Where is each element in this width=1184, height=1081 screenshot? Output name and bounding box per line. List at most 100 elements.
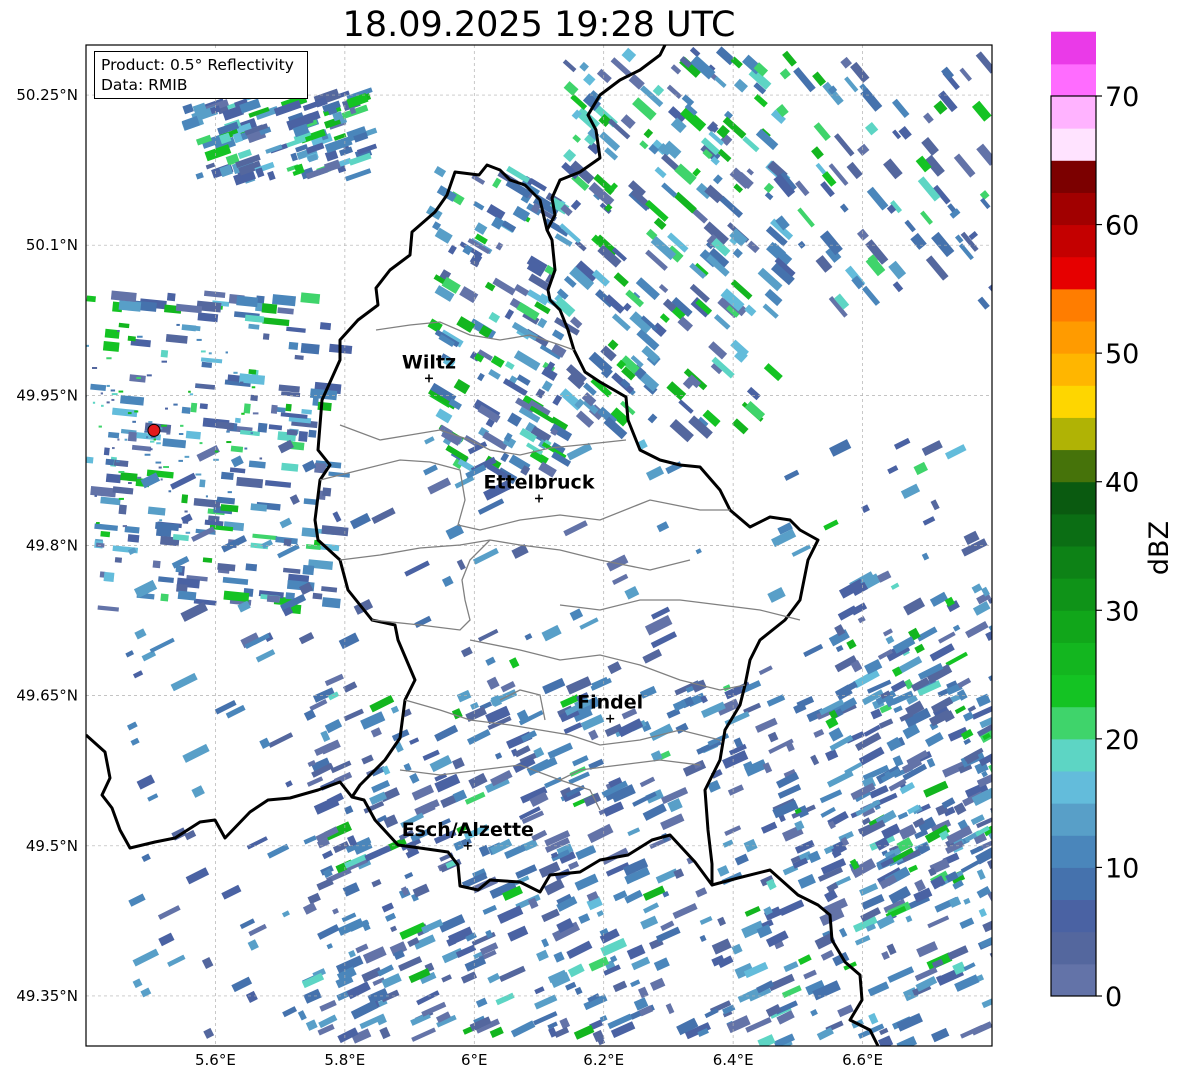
echo-cell <box>552 394 563 406</box>
echo-cell <box>976 869 986 881</box>
city-wiltz[interactable]: Wiltz <box>402 351 456 383</box>
echo-cell <box>379 1026 391 1040</box>
echo-cell <box>896 1012 923 1032</box>
echo-cell <box>259 457 263 460</box>
echo-cell <box>930 499 940 511</box>
echo-cell <box>390 705 400 714</box>
echo-cell <box>903 597 926 616</box>
echo-cell <box>343 708 364 722</box>
echo-cell <box>360 711 386 730</box>
echo-cell <box>497 905 524 924</box>
product-info-box: Product: 0.5° Reflectivity Data: RMIB <box>94 51 308 99</box>
echo-cell <box>926 757 936 768</box>
echo-cell <box>857 615 866 624</box>
echo-cell <box>566 940 593 960</box>
echo-cell <box>897 811 909 820</box>
echo-cell <box>795 180 810 197</box>
echo-cell <box>303 835 317 845</box>
echo-cell <box>312 592 323 600</box>
echo-cell <box>148 421 153 424</box>
echo-cell <box>420 918 444 934</box>
echo-cell <box>468 772 488 789</box>
echo-cell <box>159 519 163 522</box>
echo-cell <box>181 406 191 414</box>
echo-cell <box>766 694 786 707</box>
echo-cell <box>404 872 414 880</box>
echo-cell <box>180 601 209 622</box>
echo-cell <box>346 981 371 1000</box>
echo-cell <box>229 467 246 474</box>
echo-cell <box>268 732 294 748</box>
echo-cell <box>763 363 783 382</box>
echo-cell <box>833 133 855 157</box>
echo-cell <box>596 68 612 84</box>
echo-cell <box>117 329 120 332</box>
echo-cell <box>173 403 178 406</box>
city-findel[interactable]: Findel <box>577 692 643 723</box>
echo-cell <box>157 905 181 920</box>
radar-map[interactable]: WiltzEttelbruckFindelEsch/Alzette 5.6°E 5… <box>0 0 1184 1081</box>
echo-cell <box>319 322 332 331</box>
echo-cell <box>230 455 244 468</box>
echo-cell <box>637 986 649 999</box>
echo-cell <box>86 295 96 303</box>
echo-cell <box>649 977 666 991</box>
echo-cell <box>355 943 369 954</box>
echo-cell <box>825 748 839 762</box>
echo-cell <box>541 908 560 923</box>
echo-cell <box>621 47 637 63</box>
echo-cell <box>979 931 992 949</box>
echo-cell <box>661 182 678 198</box>
echo-cell <box>321 586 338 593</box>
echo-cell <box>861 285 881 306</box>
echo-cell <box>947 945 969 961</box>
echo-cell <box>202 557 213 563</box>
echo-cell <box>665 1003 675 1015</box>
echo-cell <box>822 81 844 106</box>
echo-cell <box>892 755 904 767</box>
echo-cell <box>262 333 270 340</box>
echo-cell <box>528 273 551 291</box>
echo-cell <box>239 381 244 384</box>
echo-cell <box>203 1027 215 1039</box>
echo-cell <box>624 585 640 600</box>
echo-cell <box>464 791 486 805</box>
echo-cell <box>294 354 304 361</box>
echo-cell <box>893 437 911 450</box>
data-source-line: Data: RMIB <box>101 76 188 94</box>
echo-cell <box>921 137 939 156</box>
echo-cell <box>441 974 452 983</box>
echo-cell <box>976 143 992 166</box>
echo-cell <box>613 890 628 902</box>
echo-cell <box>971 583 983 594</box>
echo-cell <box>813 122 831 142</box>
echo-cell <box>829 439 852 457</box>
echo-cell <box>243 403 251 414</box>
echo-cell <box>573 1024 595 1040</box>
echo-cell <box>870 708 883 720</box>
echo-cell <box>767 586 786 603</box>
echo-cell <box>572 755 589 767</box>
echo-cell <box>931 1027 950 1043</box>
echo-cell <box>758 665 773 676</box>
echo-cell <box>938 631 956 644</box>
echo-cell <box>225 351 228 354</box>
echo-cell <box>205 495 208 498</box>
echo-cell <box>307 892 321 905</box>
echo-cell <box>427 318 443 333</box>
echo-cell <box>916 941 939 958</box>
city-esch-alzette[interactable]: Esch/Alzette <box>402 819 534 850</box>
echo-cell <box>673 191 697 214</box>
echo-cell <box>377 964 394 977</box>
echo-cell <box>839 203 849 213</box>
echo-cell <box>477 372 485 382</box>
echo-cell <box>881 950 890 961</box>
echo-cell <box>456 689 472 703</box>
echo-cell <box>712 174 723 185</box>
echo-cell <box>908 864 918 873</box>
echo-cell <box>797 873 816 889</box>
echo-cell <box>267 170 276 181</box>
echo-cell <box>193 497 221 509</box>
city-ettelbruck[interactable]: Ettelbruck <box>484 471 595 503</box>
echo-cell <box>215 499 221 502</box>
